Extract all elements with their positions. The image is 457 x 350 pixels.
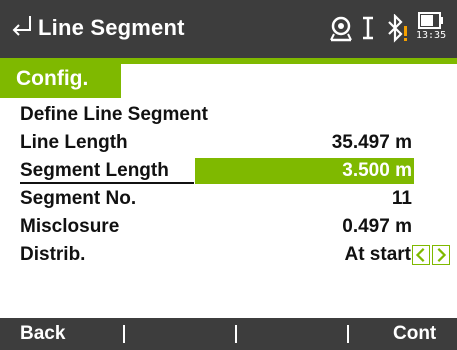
row-segment-length: Segment Length 3.500 m: [0, 158, 457, 184]
segment-length-label: Segment Length: [20, 160, 169, 181]
misclosure-value: 0.497 m: [342, 216, 412, 237]
function-key-bar: Back Cont: [0, 318, 457, 350]
cursor-i-icon: [363, 16, 373, 40]
chevron-left-icon[interactable]: [412, 245, 430, 265]
line-length-label: Line Length: [20, 132, 128, 153]
cont-button[interactable]: Cont: [393, 318, 436, 350]
bluetooth-warning-icon[interactable]: [386, 14, 410, 44]
status-icons: [0, 10, 457, 50]
misclosure-label: Misclosure: [20, 216, 120, 237]
row-segment-no: Segment No. 11: [0, 186, 457, 212]
segment-length-value: 3.500 m: [342, 160, 412, 181]
battery-icon: [418, 12, 443, 29]
chevron-right-icon[interactable]: [432, 245, 450, 265]
f2-button[interactable]: [128, 318, 232, 350]
row-misclosure: Misclosure 0.497 m: [0, 214, 457, 240]
form-panel: Define Line Segment Line Length 35.497 m…: [0, 98, 457, 318]
screen: Line Segment 13:35 Config. Define Line S…: [0, 0, 457, 350]
f3-button[interactable]: [240, 318, 344, 350]
row-line-length: Line Length 35.497 m: [0, 130, 457, 156]
segment-length-input[interactable]: 3.500 m: [195, 158, 414, 184]
focus-underline: [20, 182, 194, 184]
clock-time: 13:35: [416, 30, 447, 41]
fkey-divider: [123, 325, 125, 343]
tab-config-label: Config.: [16, 67, 89, 90]
distrib-value[interactable]: At start: [344, 242, 411, 268]
tab-config[interactable]: Config.: [0, 58, 121, 98]
fkey-divider: [347, 325, 349, 343]
section-header: Define Line Segment: [20, 104, 208, 125]
distrib-label: Distrib.: [20, 244, 86, 265]
back-button[interactable]: Back: [20, 318, 65, 350]
segment-no-label: Segment No.: [20, 188, 137, 209]
target-prism-icon[interactable]: [328, 14, 354, 42]
row-distrib: Distrib. At start: [0, 242, 457, 268]
title-bar: Line Segment 13:35: [0, 0, 457, 58]
line-length-value: 35.497 m: [331, 132, 412, 153]
fkey-divider: [235, 325, 237, 343]
segment-no-value: 11: [391, 188, 412, 209]
